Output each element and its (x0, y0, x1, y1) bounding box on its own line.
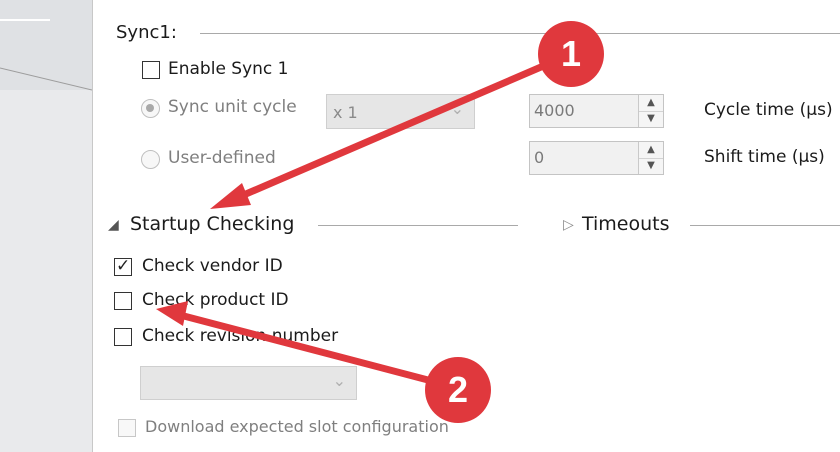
annotation-badge-2: 2 (425, 357, 491, 423)
annotation-arrow-2-shaft (176, 311, 432, 384)
annotation-arrows (156, 60, 552, 384)
annotation-arrow-2-head (156, 301, 188, 326)
annotation-badge-1: 1 (538, 21, 604, 87)
annotation-arrow-1-shaft (228, 60, 552, 204)
annotation-arrow-1-head (210, 183, 251, 209)
